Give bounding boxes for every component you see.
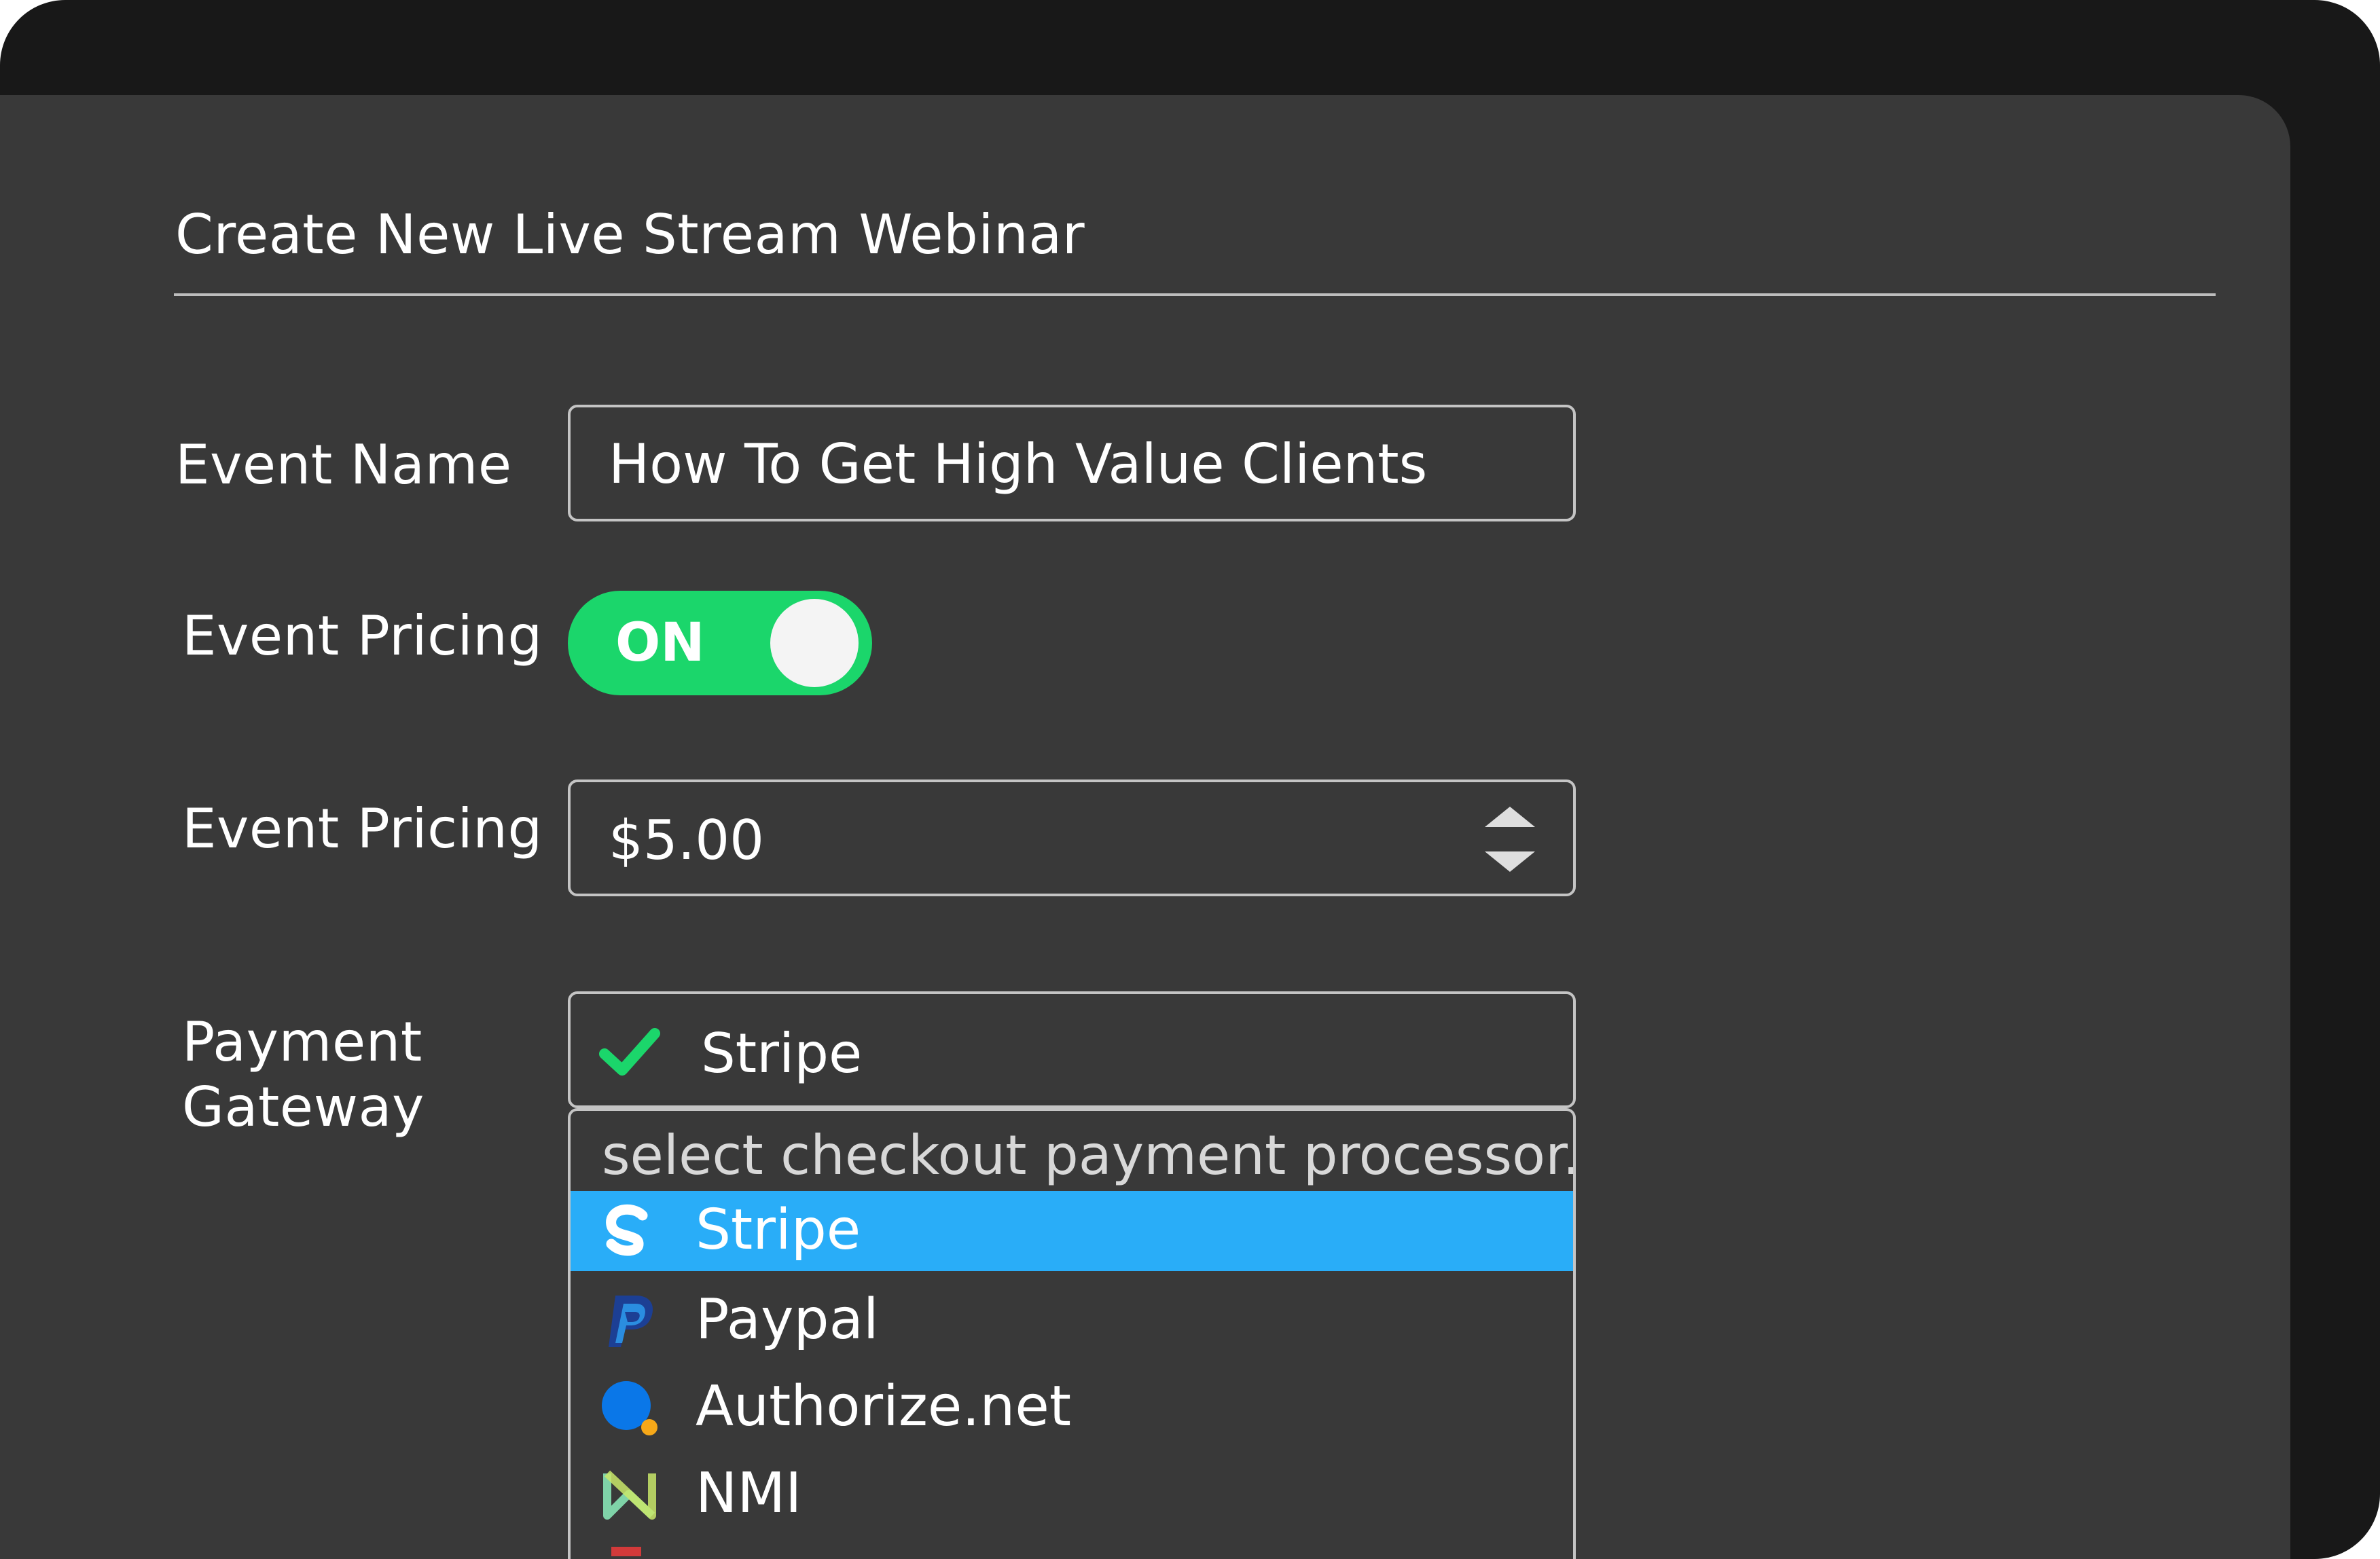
dropdown-option-label: NMI xyxy=(696,1461,802,1526)
dropdown-option-label: Authorize.net xyxy=(696,1374,1071,1439)
dropdown-placeholder: select checkout payment processor... xyxy=(602,1124,1576,1187)
number-spinner-icon[interactable] xyxy=(1485,807,1535,872)
partial-option-icon xyxy=(611,1547,641,1556)
page-title: Create New Live Stream Webinar xyxy=(175,203,1085,266)
dropdown-option-label: Stripe xyxy=(696,1198,861,1262)
event-name-input[interactable]: How To Get High Value Clients xyxy=(568,405,1576,521)
title-divider xyxy=(174,293,2216,296)
dropdown-option-stripe[interactable]: Stripe xyxy=(571,1191,1573,1271)
toggle-state-label: ON xyxy=(615,612,705,674)
device-frame: Create New Live Stream Webinar Event Nam… xyxy=(0,0,2380,1559)
check-icon xyxy=(599,1028,660,1076)
event-pricing-toggle[interactable]: ON xyxy=(568,591,872,695)
event-pricing-amount-label: Event Pricing xyxy=(182,797,543,860)
event-pricing-amount-input[interactable]: $5.00 xyxy=(568,780,1576,896)
payment-gateway-label-line1: Payment xyxy=(182,1010,422,1074)
dropdown-option-paypal[interactable]: Paypal xyxy=(571,1281,1573,1361)
toggle-knob xyxy=(770,599,859,687)
paypal-icon xyxy=(609,1296,653,1347)
event-pricing-amount-value: $5.00 xyxy=(609,809,765,872)
event-name-value: How To Get High Value Clients xyxy=(609,433,1428,496)
payment-gateway-label-line2: Gateway xyxy=(182,1076,425,1139)
payment-gateway-select[interactable]: Stripe xyxy=(568,991,1576,1108)
payment-gateway-selected-value: Stripe xyxy=(701,1022,863,1085)
stripe-icon xyxy=(606,1204,648,1256)
dropdown-option-nmi[interactable]: NMI xyxy=(571,1454,1573,1535)
nmi-icon xyxy=(603,1470,656,1520)
payment-gateway-dropdown: select checkout payment processor... Str… xyxy=(568,1108,1576,1559)
authorize-net-icon xyxy=(602,1381,657,1435)
dropdown-option-authorize-net[interactable]: Authorize.net xyxy=(571,1368,1573,1448)
dropdown-option-label: Paypal xyxy=(696,1287,879,1352)
event-pricing-toggle-label: Event Pricing xyxy=(182,604,543,667)
event-name-label: Event Name xyxy=(175,433,512,496)
